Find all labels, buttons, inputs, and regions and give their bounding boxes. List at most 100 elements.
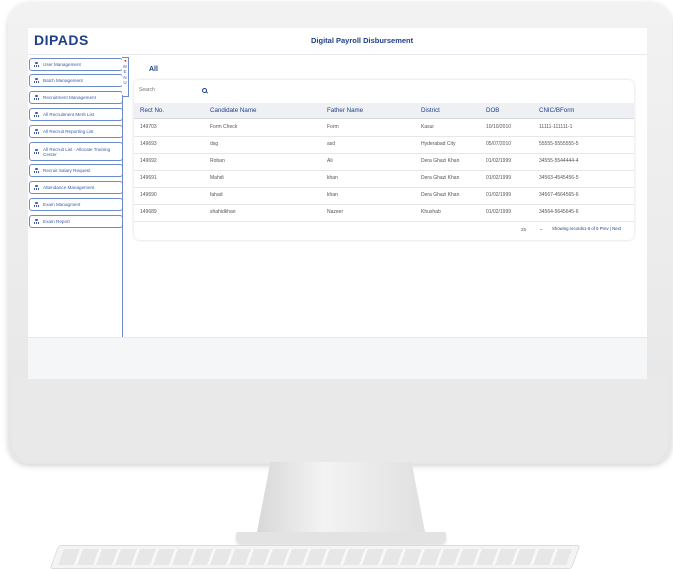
cell-district: Dera Ghazi Khan bbox=[421, 175, 460, 181]
sidebar-item-label: All Recruit List - Allocate Training Cen… bbox=[43, 146, 111, 157]
search-icon[interactable] bbox=[202, 88, 207, 93]
cell-father-name: Form bbox=[327, 124, 339, 130]
sidebar-item-label: Exam Report bbox=[43, 219, 70, 224]
cell-cnic: 34564-5645645-6 bbox=[539, 209, 579, 215]
table-row[interactable]: 149690 fahad khan Dera Ghazi Khan 01/02/… bbox=[134, 187, 634, 205]
menu-letter: U bbox=[123, 80, 127, 85]
page-size-value: 25 bbox=[521, 226, 527, 232]
pagination-status[interactable]: Showing records1-6 of 6 Prev | Next bbox=[552, 226, 621, 231]
sidebar-item-label: All Recruit Reporting List bbox=[43, 129, 94, 134]
cell-dob: 01/02/1999 bbox=[486, 158, 512, 164]
chevron-down-icon: ⌄ bbox=[539, 226, 543, 231]
users-icon bbox=[34, 219, 39, 224]
cell-district: Dera Ghazi Khan bbox=[421, 158, 460, 164]
cell-rect-no: 149703 bbox=[140, 124, 157, 130]
table-row[interactable]: 149689 shahidkhan Nazeer Khushab 01/02/1… bbox=[134, 204, 634, 222]
sidebar-item-label: User Management bbox=[43, 62, 81, 67]
cell-district: Khushab bbox=[421, 209, 441, 215]
sidebar-item-exam-report[interactable]: Exam Report bbox=[29, 215, 123, 228]
sidebar-item-reporting-list[interactable]: All Recruit Reporting List bbox=[29, 125, 123, 138]
cell-candidate-name: Roban bbox=[210, 158, 225, 164]
sidebar-item-allocate-training-center[interactable]: All Recruit List - Allocate Training Cen… bbox=[29, 142, 123, 161]
users-icon bbox=[34, 149, 39, 154]
cell-cnic: 34567-4564565-6 bbox=[539, 192, 579, 198]
cell-rect-no: 149693 bbox=[140, 141, 157, 147]
cell-district: Kasur bbox=[421, 124, 435, 130]
column-header-district[interactable]: District bbox=[421, 107, 440, 114]
menu-toggle-tab[interactable]: ◄ M E N U bbox=[122, 57, 129, 97]
cell-dob: 10/10/2010 bbox=[486, 124, 512, 130]
column-header-rect-no[interactable]: Rect No. bbox=[140, 107, 164, 114]
sidebar-item-exam-managment[interactable]: Exam Managment bbox=[29, 198, 123, 211]
table-row[interactable]: 149703 Form Check Form Kasur 10/10/2010 … bbox=[134, 119, 634, 137]
sidebar-item-label: Recruit Salary Request bbox=[43, 168, 91, 173]
cell-dob: 01/02/1999 bbox=[486, 209, 512, 215]
users-icon bbox=[34, 185, 39, 190]
sidebar-item-label: All Recruitment Merit List bbox=[43, 112, 95, 117]
users-icon bbox=[34, 129, 39, 134]
monitor-stand-base bbox=[236, 532, 446, 544]
users-icon bbox=[34, 95, 39, 100]
cell-candidate-name: Mahdi bbox=[210, 175, 224, 181]
cell-dob: 01/02/1999 bbox=[486, 192, 512, 198]
sidebar-item-recruitment-management[interactable]: Recruitment Management bbox=[29, 91, 123, 104]
keyboard bbox=[49, 545, 581, 569]
table-header: Rect No. Candidate Name Father Name Dist… bbox=[134, 103, 634, 119]
cell-cnic: 34555-5544444-4 bbox=[539, 158, 579, 164]
table-footer: 25 ⌄ Showing records1-6 of 6 Prev | Next bbox=[134, 224, 634, 236]
page-title: All bbox=[149, 66, 158, 73]
cell-rect-no: 149689 bbox=[140, 209, 157, 215]
sidebar-item-user-management[interactable]: User Management bbox=[29, 58, 123, 71]
cell-candidate-name: Form Check bbox=[210, 124, 238, 130]
cell-cnic: 34563-4545456-5 bbox=[539, 175, 579, 181]
users-icon bbox=[34, 78, 39, 83]
column-header-cnic[interactable]: CNIC/BForm bbox=[539, 107, 574, 114]
users-icon bbox=[34, 168, 39, 173]
cell-rect-no: 149691 bbox=[140, 175, 157, 181]
monitor-chin bbox=[12, 378, 668, 462]
cell-candidate-name: fahad bbox=[210, 192, 223, 198]
sidebar-item-salary-request[interactable]: Recruit Salary Request bbox=[29, 164, 123, 177]
monitor-stand bbox=[257, 462, 425, 532]
column-header-dob[interactable]: DOB bbox=[486, 107, 499, 114]
cell-rect-no: 149690 bbox=[140, 192, 157, 198]
cell-dob: 05/07/2010 bbox=[486, 141, 512, 147]
sidebar-item-label: Attendance Management bbox=[43, 185, 95, 190]
screen-footer-area bbox=[28, 337, 647, 379]
cell-father-name: khan bbox=[327, 192, 338, 198]
table-row[interactable]: 149693 dsg asd Hyderabad City 05/07/2010… bbox=[134, 136, 634, 154]
sidebar-item-merit-list[interactable]: All Recruitment Merit List bbox=[29, 108, 123, 121]
sidebar-item-label: Recruitment Management bbox=[43, 95, 96, 100]
sidebar-item-attendance-management[interactable]: Attendance Management bbox=[29, 181, 123, 194]
cell-cnic: 11111-111111-1 bbox=[539, 124, 573, 130]
cell-father-name: Nazeer bbox=[327, 209, 344, 215]
table-row[interactable]: 149692 Roban Ali Dera Ghazi Khan 01/02/1… bbox=[134, 153, 634, 171]
cell-candidate-name: dsg bbox=[210, 141, 219, 147]
search-box[interactable] bbox=[139, 87, 209, 99]
users-icon bbox=[34, 62, 39, 67]
users-icon bbox=[34, 202, 39, 207]
cell-dob: 01/02/1999 bbox=[486, 175, 512, 181]
cell-cnic: 55555-5555555-5 bbox=[539, 141, 579, 147]
app-title: Digital Payroll Disbursement bbox=[311, 36, 414, 45]
table-row[interactable]: 149691 Mahdi khan Dera Ghazi Khan 01/02/… bbox=[134, 170, 634, 188]
sidebar: User Management Batch Management Recruit… bbox=[28, 55, 123, 365]
search-input[interactable] bbox=[139, 87, 189, 93]
cell-candidate-name: shahidkhan bbox=[210, 209, 236, 215]
cell-district: Hyderabad City bbox=[421, 141, 456, 147]
cell-father-name: asd bbox=[327, 141, 336, 147]
cell-rect-no: 149692 bbox=[140, 158, 157, 164]
column-header-father-name[interactable]: Father Name bbox=[327, 107, 363, 114]
users-icon bbox=[34, 112, 39, 117]
column-header-candidate-name[interactable]: Candidate Name bbox=[210, 107, 256, 114]
app-logo[interactable]: DIPADS bbox=[34, 32, 89, 48]
sidebar-item-label: Exam Managment bbox=[43, 202, 81, 207]
sidebar-item-batch-management[interactable]: Batch Management bbox=[29, 74, 123, 87]
cell-district: Dera Ghazi Khan bbox=[421, 192, 460, 198]
cell-father-name: Ali bbox=[327, 158, 333, 164]
cell-father-name: khan bbox=[327, 175, 338, 181]
screen: DIPADS Digital Payroll Disbursement User… bbox=[28, 28, 647, 378]
sidebar-item-label: Batch Management bbox=[43, 78, 83, 83]
top-bar: DIPADS Digital Payroll Disbursement bbox=[28, 28, 647, 55]
page-size-select[interactable]: 25 ⌄ bbox=[519, 224, 545, 234]
